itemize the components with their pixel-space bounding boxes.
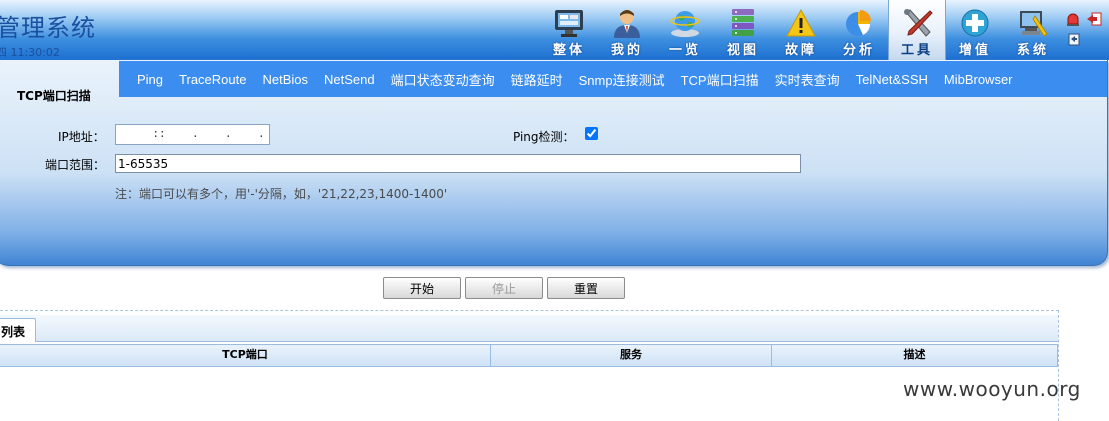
tool-subnav: Ping TraceRoute NetBios NetSend 端口状态变动查询… — [119, 61, 1107, 97]
subnav-tcp-port-scan[interactable]: TCP端口扫描 — [681, 70, 759, 89]
server-rack-icon — [732, 9, 754, 36]
plus-icon — [961, 9, 989, 37]
nav-label: 视图 — [726, 43, 759, 58]
nav-label: 整体 — [552, 43, 585, 58]
subnav-snmp-test[interactable]: Snmp连接测试 — [579, 70, 665, 89]
column-header-tcp-port[interactable]: TCP端口 — [0, 345, 491, 366]
nav-label: 系统 — [1016, 43, 1049, 58]
nav-item-value-added[interactable]: 增值 — [946, 0, 1004, 60]
tools-icon — [904, 9, 933, 37]
user-icon — [614, 10, 640, 38]
warning-icon — [786, 8, 816, 37]
subnav-traceroute[interactable]: TraceRoute — [179, 72, 246, 87]
watermark: www.wooyun.org — [903, 377, 1081, 401]
monitor-icon — [555, 10, 583, 37]
nav-item-mine[interactable]: 我的 — [598, 0, 656, 60]
subnav-ping[interactable]: Ping — [137, 72, 163, 87]
nav-label: 增值 — [958, 43, 991, 58]
stop-button[interactable]: 停止 — [465, 277, 543, 299]
ping-check-checkbox[interactable] — [585, 127, 598, 140]
results-table-header: TCP端口 服务 描述 — [0, 344, 1058, 367]
column-header-description[interactable]: 描述 — [772, 345, 1058, 366]
pie-chart-icon — [846, 10, 871, 36]
port-format-note: 注：端口可以有多个，用'-'分隔，如，'21,22,23,1400-1400' — [115, 187, 448, 201]
ip-address-input[interactable] — [115, 124, 270, 145]
subnav-port-status-query[interactable]: 端口状态变动查询 — [391, 70, 495, 89]
nav-label: 故障 — [784, 43, 817, 58]
nav-label: 分析 — [842, 43, 875, 58]
exit-icon[interactable] — [1068, 33, 1080, 46]
tab-list[interactable]: 列表 — [0, 318, 36, 342]
start-button[interactable]: 开始 — [383, 277, 461, 299]
subnav-realtime-table-query[interactable]: 实时表查询 — [775, 70, 840, 89]
nav-item-overview[interactable]: 一览 — [656, 0, 714, 60]
section-title: TCP端口扫描 — [17, 89, 91, 103]
nav-item-fault[interactable]: 故障 — [772, 0, 830, 60]
results-tab-strip: 列表 — [0, 315, 1058, 342]
ping-check-label: Ping检测： — [513, 130, 575, 144]
nav-item-tools[interactable]: 工具 — [888, 0, 946, 60]
nav-item-analysis[interactable]: 分析 — [830, 0, 888, 60]
nav-item-system[interactable]: 系统 — [1004, 0, 1062, 60]
nav-item-overall[interactable]: 整体 — [540, 0, 598, 60]
subnav-netbios[interactable]: NetBios — [262, 72, 308, 87]
nav-label: 工具 — [900, 43, 933, 58]
main-nav: 整体 我的 一览 视图 故障 分析 工具 增值 系统 — [540, 0, 1062, 60]
subnav-telnet-ssh[interactable]: TelNet&SSH — [856, 72, 928, 87]
ip-label: IP地址： — [58, 130, 105, 144]
port-range-label: 端口范围： — [45, 158, 106, 172]
nav-item-view[interactable]: 视图 — [714, 0, 772, 60]
logout-icon[interactable] — [1086, 12, 1102, 26]
nav-label: 我的 — [610, 43, 643, 58]
app-title: 管理系统 — [0, 14, 96, 42]
app-clock: 四 11:30:02 — [0, 46, 60, 59]
subnav-link-latency[interactable]: 链路延时 — [511, 70, 563, 89]
subnav-mib-browser[interactable]: MibBrowser — [944, 72, 1013, 87]
app-header: 管理系统 四 11:30:02 整体 我的 一览 视图 故障 分析 工具 增值 … — [0, 0, 1109, 60]
subnav-netsend[interactable]: NetSend — [324, 72, 375, 87]
nav-label: 一览 — [668, 43, 701, 58]
reset-button[interactable]: 重置 — [547, 277, 625, 299]
results-area: 列表 TCP端口 服务 描述 — [0, 310, 1059, 421]
port-range-input[interactable] — [115, 154, 801, 173]
globe-icon — [670, 11, 700, 37]
alarm-icon[interactable] — [1066, 12, 1080, 26]
column-header-service[interactable]: 服务 — [491, 345, 772, 366]
system-settings-icon — [1020, 11, 1048, 37]
